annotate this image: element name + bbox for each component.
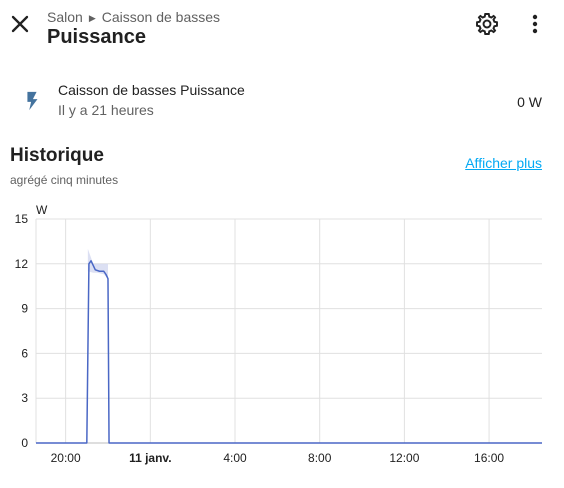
y-axis-ticks: 0 3 6 9 12 15: [15, 212, 29, 450]
breadcrumb: Salon ▶ Caisson de basses: [47, 9, 220, 25]
history-subtitle: agrégé cinq minutes: [10, 173, 119, 187]
y-tick-label: 6: [21, 346, 28, 360]
history-title: Historique: [10, 145, 104, 166]
y-axis-unit: W: [36, 203, 48, 217]
more-vertical-icon[interactable]: [524, 11, 546, 37]
close-icon[interactable]: [6, 10, 34, 38]
x-tick-label: 16:00: [474, 451, 504, 465]
show-more-link[interactable]: Afficher plus: [465, 155, 542, 171]
dialog-header: Salon ▶ Caisson de basses Puissance: [0, 0, 564, 56]
dialog-title: Puissance: [47, 26, 146, 48]
y-tick-label: 0: [21, 436, 28, 450]
x-axis-ticks: 20:00 11 janv. 4:00 8:00 12:00 16:00: [51, 451, 505, 465]
entity-name: Caisson de basses Puissance: [58, 82, 245, 98]
y-tick-label: 9: [21, 302, 28, 316]
y-tick-label: 15: [15, 212, 29, 226]
breadcrumb-separator-icon: ▶: [88, 13, 96, 23]
entity-state: 0 W: [517, 94, 542, 110]
entity-row[interactable]: Caisson de basses Puissance Il y a 21 he…: [0, 78, 564, 124]
history-chart[interactable]: 0 3 6 9 12 15 20:00 11 janv. 4:00 8:00 12:00 16:00…: [0, 200, 564, 470]
series-line: [36, 260, 542, 444]
settings-icon[interactable]: [474, 11, 500, 37]
chart-grid: [35, 218, 542, 444]
x-tick-label: 4:00: [223, 451, 247, 465]
entity-last-changed: Il y a 21 heures: [58, 102, 154, 118]
x-tick-label: 8:00: [308, 451, 332, 465]
y-tick-label: 3: [21, 391, 28, 405]
x-tick-label: 11 janv.: [129, 451, 171, 465]
chart-series: [36, 248, 542, 444]
x-tick-label: 12:00: [389, 451, 419, 465]
flash-icon: [27, 91, 38, 111]
x-tick-label: 20:00: [51, 451, 81, 465]
breadcrumb-device[interactable]: Caisson de basses: [102, 9, 220, 25]
breadcrumb-area[interactable]: Salon: [47, 9, 83, 25]
y-tick-label: 12: [15, 257, 29, 271]
